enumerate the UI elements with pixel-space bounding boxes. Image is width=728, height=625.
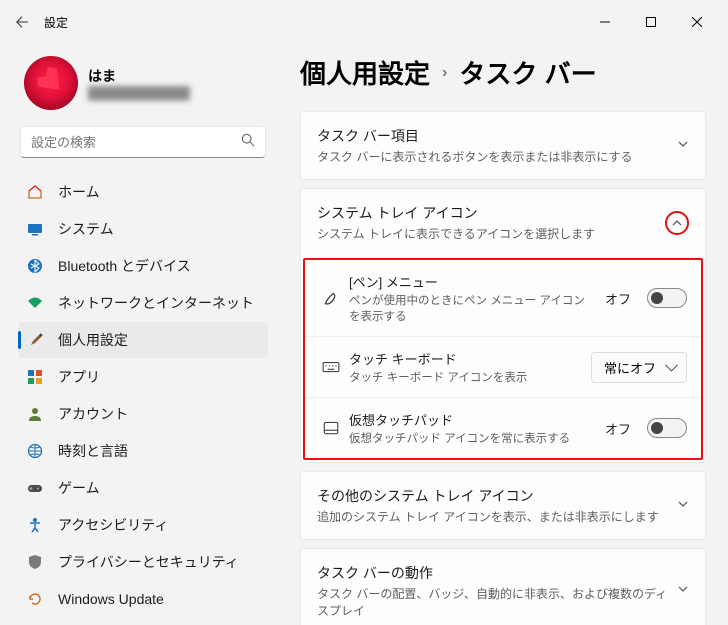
- card-subtitle: システム トレイに表示できるアイコンを選択します: [317, 225, 665, 242]
- toggle-virtual-touchpad[interactable]: [647, 418, 687, 438]
- select-touch-keyboard[interactable]: 常にオフ: [591, 352, 687, 383]
- card-taskbar-items[interactable]: タスク バー項目 タスク バーに表示されるボタンを表示または非表示にする: [300, 111, 706, 180]
- sidebar-item-label: Windows Update: [58, 591, 164, 607]
- row-touch-keyboard: タッチ キーボード タッチ キーボード アイコンを表示 常にオフ: [305, 337, 701, 398]
- card-title: その他のシステム トレイ アイコン: [317, 486, 677, 506]
- sidebar-item-update[interactable]: Windows Update: [18, 581, 268, 617]
- update-icon: [26, 590, 44, 608]
- card-title: タスク バーの動作: [317, 563, 677, 583]
- chevron-down-icon: [677, 137, 689, 155]
- sidebar-item-label: システム: [58, 219, 114, 239]
- row-pen-menu: [ペン] メニュー ペンが使用中のときにペン メニュー アイコンを表示する オフ: [305, 260, 701, 337]
- row-subtitle: タッチ キーボード アイコンを表示: [349, 369, 581, 385]
- globe-icon: [26, 442, 44, 460]
- toggle-state-label: オフ: [605, 419, 631, 438]
- window-title: 設定: [44, 14, 68, 31]
- search-box[interactable]: [20, 126, 266, 158]
- sidebar-item-network[interactable]: ネットワークとインターネット: [18, 285, 268, 321]
- minimize-button[interactable]: [582, 6, 628, 38]
- bluetooth-icon: [26, 257, 44, 275]
- row-title: [ペン] メニュー: [349, 272, 595, 291]
- minimize-icon: [600, 17, 610, 27]
- sidebar-item-label: ホーム: [58, 182, 100, 202]
- sidebar-item-accessibility[interactable]: アクセシビリティ: [18, 507, 268, 543]
- gamepad-icon: [26, 479, 44, 497]
- sidebar-item-gaming[interactable]: ゲーム: [18, 470, 268, 506]
- breadcrumb: 個人用設定 › タスク バー: [300, 54, 706, 91]
- card-header-systray[interactable]: システム トレイ アイコン システム トレイに表示できるアイコンを選択します: [301, 189, 705, 256]
- card-subtitle: タスク バーに表示されるボタンを表示または非表示にする: [317, 148, 677, 165]
- chevron-down-icon: [677, 582, 689, 600]
- keyboard-icon: [321, 358, 341, 376]
- search-input[interactable]: [31, 135, 241, 150]
- system-icon: [26, 220, 44, 238]
- maximize-icon: [646, 17, 656, 27]
- shield-icon: [26, 553, 44, 571]
- back-button[interactable]: [8, 8, 36, 36]
- card-title: システム トレイ アイコン: [317, 203, 665, 223]
- home-icon: [26, 183, 44, 201]
- sidebar-item-label: ゲーム: [58, 478, 100, 498]
- avatar: [24, 56, 78, 110]
- sidebar-item-personalization[interactable]: 個人用設定: [18, 322, 268, 358]
- row-subtitle: ペンが使用中のときにペン メニュー アイコンを表示する: [349, 292, 595, 324]
- wifi-icon: [26, 294, 44, 312]
- user-profile[interactable]: はま ████████████: [24, 56, 268, 110]
- sidebar-item-label: ネットワークとインターネット: [58, 293, 254, 313]
- card-taskbar-behavior[interactable]: タスク バーの動作 タスク バーの配置、バッジ、自動的に非表示、および複数のディ…: [300, 548, 706, 625]
- chevron-up-highlight-icon: [665, 211, 689, 235]
- card-system-tray: システム トレイ アイコン システム トレイに表示できるアイコンを選択します […: [300, 188, 706, 463]
- chevron-right-icon: ›: [442, 64, 447, 82]
- row-subtitle: 仮想タッチパッド アイコンを常に表示する: [349, 430, 595, 446]
- sidebar-item-time-language[interactable]: 時刻と言語: [18, 433, 268, 469]
- accessibility-icon: [26, 516, 44, 534]
- chevron-down-icon: [677, 497, 689, 515]
- card-subtitle: 追加のシステム トレイ アイコンを表示、または非表示にします: [317, 508, 677, 525]
- search-icon: [241, 133, 255, 152]
- back-arrow-icon: [15, 15, 29, 29]
- sidebar-item-label: アクセシビリティ: [58, 515, 168, 535]
- sidebar-item-accounts[interactable]: アカウント: [18, 396, 268, 432]
- pen-icon: [321, 289, 341, 307]
- row-title: 仮想タッチパッド: [349, 410, 595, 429]
- breadcrumb-root[interactable]: 個人用設定: [300, 54, 430, 91]
- sidebar-item-system[interactable]: システム: [18, 211, 268, 247]
- card-other-systray[interactable]: その他のシステム トレイ アイコン 追加のシステム トレイ アイコンを表示、また…: [300, 471, 706, 540]
- page-title: タスク バー: [459, 54, 596, 91]
- sidebar-item-label: 個人用設定: [58, 330, 128, 350]
- toggle-state-label: オフ: [605, 289, 631, 308]
- apps-icon: [26, 368, 44, 386]
- sidebar-item-label: アカウント: [58, 404, 128, 424]
- sidebar-item-home[interactable]: ホーム: [18, 174, 268, 210]
- card-title: タスク バー項目: [317, 126, 677, 146]
- toggle-pen-menu[interactable]: [647, 288, 687, 308]
- sidebar-item-bluetooth[interactable]: Bluetooth とデバイス: [18, 248, 268, 284]
- sidebar-item-label: アプリ: [58, 367, 100, 387]
- user-email: ████████████: [88, 86, 190, 100]
- sidebar-item-label: プライバシーとセキュリティ: [58, 552, 239, 572]
- sidebar-item-label: 時刻と言語: [58, 441, 128, 461]
- row-virtual-touchpad: 仮想タッチパッド 仮想タッチパッド アイコンを常に表示する オフ: [305, 398, 701, 458]
- brush-icon: [26, 331, 44, 349]
- close-button[interactable]: [674, 6, 720, 38]
- close-icon: [692, 17, 702, 27]
- user-name: はま: [88, 66, 190, 86]
- touchpad-icon: [321, 419, 341, 437]
- row-title: タッチ キーボード: [349, 349, 581, 368]
- card-subtitle: タスク バーの配置、バッジ、自動的に非表示、および複数のディスプレイ: [317, 585, 677, 619]
- sidebar-item-apps[interactable]: アプリ: [18, 359, 268, 395]
- sidebar-item-label: Bluetooth とデバイス: [58, 256, 191, 276]
- person-icon: [26, 405, 44, 423]
- maximize-button[interactable]: [628, 6, 674, 38]
- sidebar-item-privacy[interactable]: プライバシーとセキュリティ: [18, 544, 268, 580]
